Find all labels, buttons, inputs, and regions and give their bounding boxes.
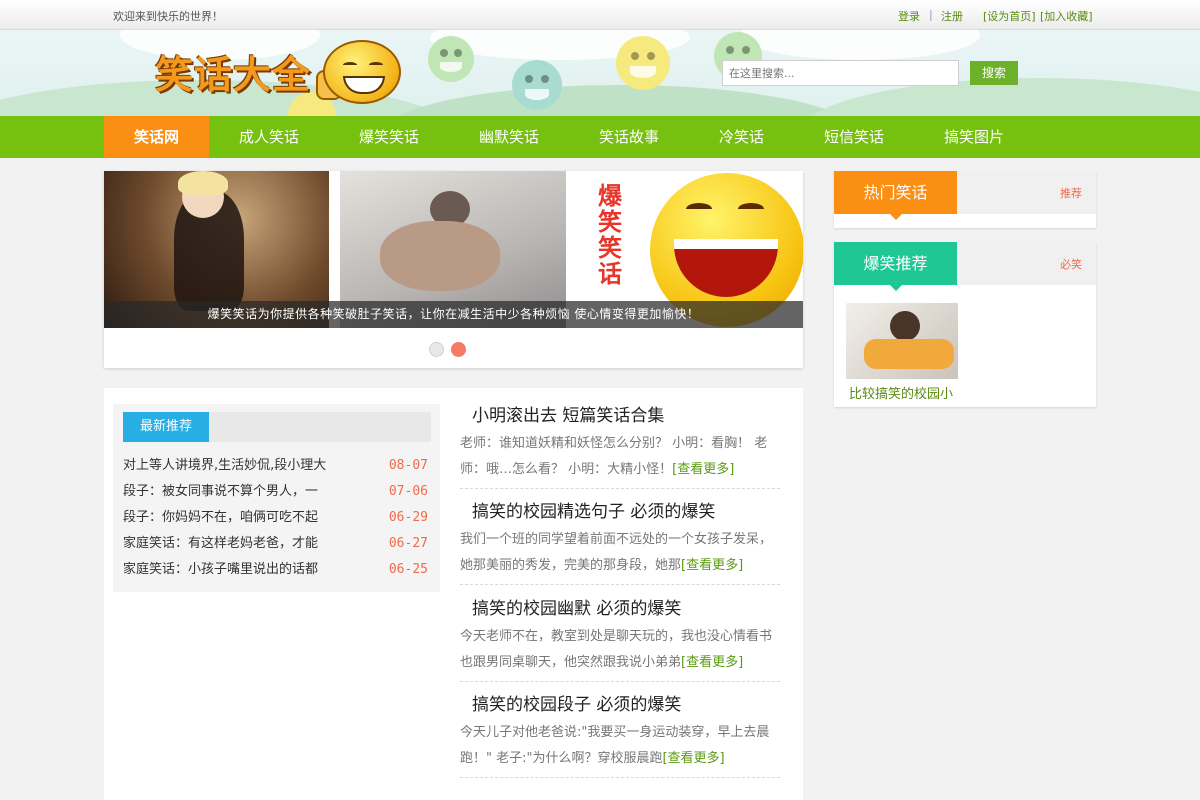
welcome-text: 欢迎来到快乐的世界！ <box>113 10 223 23</box>
read-more-link[interactable]: [查看更多] <box>672 462 734 477</box>
smiley-decoration-icon <box>428 36 474 82</box>
slider-caption: 爆笑笑话为你提供各种笑破肚子笑话，让你在减生活中少各种烦恼 使心情变得更加愉快！ <box>104 301 803 328</box>
recommend-caption-link[interactable]: 比较搞笑的校园小 <box>849 383 953 402</box>
list-item[interactable]: 段子：被女同事说不算个男人，一 07-06 <box>123 479 431 505</box>
recommend-header: 爆笑推荐 必笑 <box>834 242 1096 291</box>
hot-jokes-box: 热门笑话 推荐 <box>834 171 1096 228</box>
slider-dot-1[interactable] <box>429 342 444 357</box>
top-separator: | <box>929 8 933 21</box>
nav-item-hilarious[interactable]: 爆笑笑话 <box>329 116 449 158</box>
nav-item-stories[interactable]: 笑话故事 <box>569 116 689 158</box>
list-item-title[interactable]: 家庭笑话：小孩子嘴里说出的话都 <box>123 557 338 583</box>
list-item-title[interactable]: 段子：被女同事说不算个男人，一 <box>123 479 338 505</box>
latest-header: 最新推荐 <box>123 412 431 442</box>
banner-text: 爆笑笑话 <box>598 182 622 288</box>
list-item[interactable]: 对上等人讲境界,生活妙侃,段小理大 08-07 <box>123 453 431 479</box>
site-logo[interactable]: 笑话大全 <box>155 44 311 99</box>
hot-jokes-tab[interactable]: 热门笑话 <box>834 171 957 220</box>
nav-item-cold-jokes[interactable]: 冷笑话 <box>689 116 794 158</box>
article-title[interactable]: 搞笑的校园幽默 必须的爆笑 <box>460 594 780 624</box>
search-button[interactable]: 搜索 <box>970 61 1018 85</box>
nav-item-adult[interactable]: 成人笑话 <box>209 116 329 158</box>
search-input[interactable] <box>722 60 959 86</box>
article-item: 小明滚出去 短篇笑话合集 老师：谁知道妖精和妖怪怎么分别？ 小明：看胸！ 老师：… <box>460 401 780 489</box>
recommend-thumbnail[interactable] <box>846 303 958 379</box>
article-item: 搞笑的校园段子 必须的爆笑 今天儿子对他老爸说:"我要买一身运动装穿，早上去晨跑… <box>460 690 780 778</box>
smiley-decoration-icon <box>512 60 562 110</box>
latest-tab[interactable]: 最新推荐 <box>123 412 209 442</box>
hot-jokes-header: 热门笑话 推荐 <box>834 171 1096 220</box>
list-item[interactable]: 段子：你妈妈不在，咱俩可吃不起 06-29 <box>123 505 431 531</box>
header-banner: 笑话大全 搜索 <box>0 30 1200 116</box>
article-excerpt: 今天老师不在，教室到处是聊天玩的，我也没心情看书也跟男同桌聊天，他突然跟我说小弟… <box>460 629 773 670</box>
list-item-date: 06-25 <box>388 562 428 577</box>
recommend-box: 爆笑推荐 必笑 比较搞笑的校园小 <box>834 242 1096 407</box>
read-more-link[interactable]: [查看更多] <box>681 558 743 573</box>
read-more-link[interactable]: [查看更多] <box>681 655 743 670</box>
recommend-tab[interactable]: 爆笑推荐 <box>834 242 957 291</box>
image-slider[interactable]: 爆笑笑话 爆笑笑话为你提供各种笑破肚子笑话，让你在减生活中少各种烦恼 使心情变得… <box>104 171 803 368</box>
list-item-date: 07-06 <box>388 484 428 499</box>
nav-item-home[interactable]: 笑话网 <box>104 116 209 158</box>
article-excerpt: 今天儿子对他老爸说:"我要买一身运动装穿，早上去晨跑！" 老子:"为什么啊？穿校… <box>460 725 770 766</box>
hill-decoration <box>380 85 860 116</box>
list-item[interactable]: 家庭笑话：小孩子嘴里说出的话都 06-25 <box>123 557 431 583</box>
register-link[interactable]: 注册 <box>941 8 963 24</box>
slider-dot-2[interactable] <box>451 342 466 357</box>
list-item-date: 08-07 <box>388 458 428 473</box>
article-title[interactable]: 搞笑的校园精选句子 必须的爆笑 <box>460 497 780 527</box>
main-nav: 笑话网 成人笑话 爆笑笑话 幽默笑话 笑话故事 冷笑话 短信笑话 搞笑图片 <box>0 116 1200 158</box>
list-item-title[interactable]: 段子：你妈妈不在，咱俩可吃不起 <box>123 505 338 531</box>
hot-jokes-more-link[interactable]: 推荐 <box>1060 185 1082 201</box>
list-item-title[interactable]: 家庭笑话：有这样老妈老爸，才能 <box>123 531 338 557</box>
nav-item-funny-pics[interactable]: 搞笑图片 <box>914 116 1034 158</box>
recommend-title: 爆笑推荐 <box>863 254 928 273</box>
list-item-date: 06-29 <box>388 510 428 525</box>
nav-item-sms[interactable]: 短信笑话 <box>794 116 914 158</box>
article-title[interactable]: 小明滚出去 短篇笑话合集 <box>460 401 780 431</box>
article-item: 搞笑的校园精选句子 必须的爆笑 我们一个班的同学望着前面不远处的一个女孩子发呆，… <box>460 497 780 585</box>
latest-recommend-box: 最新推荐 对上等人讲境界,生活妙侃,段小理大 08-07 段子：被女同事说不算个… <box>113 404 440 592</box>
cloud-decoration <box>740 30 980 60</box>
login-link[interactable]: 登录 <box>898 8 920 24</box>
article-excerpt: 老师：谁知道妖精和妖怪怎么分别？ 小明：看胸！ 老师：哦…怎么看？ 小明：大精小… <box>460 436 768 477</box>
article-item: 搞笑的校园幽默 必须的爆笑 今天老师不在，教室到处是聊天玩的，我也没心情看书也跟… <box>460 594 780 682</box>
list-item-title[interactable]: 对上等人讲境界,生活妙侃,段小理大 <box>123 453 338 479</box>
recommend-more-link[interactable]: 必笑 <box>1060 256 1082 272</box>
smiley-decoration-icon <box>616 36 670 90</box>
hot-jokes-title: 热门笑话 <box>863 183 928 202</box>
article-title[interactable]: 搞笑的校园段子 必须的爆笑 <box>460 690 780 720</box>
list-item-date: 06-27 <box>388 536 428 551</box>
laughing-face-icon <box>323 40 401 104</box>
set-home-link[interactable]: [设为首页] <box>983 8 1036 24</box>
bookmark-link[interactable]: [加入收藏] <box>1040 8 1093 24</box>
read-more-link[interactable]: [查看更多] <box>662 751 724 766</box>
list-item[interactable]: 家庭笑话：有这样老妈老爸，才能 06-27 <box>123 531 431 557</box>
article-excerpt: 我们一个班的同学望着前面不远处的一个女孩子发呆，她那美丽的秀发，完美的那身段，她… <box>460 532 773 573</box>
nav-item-humor[interactable]: 幽默笑话 <box>449 116 569 158</box>
